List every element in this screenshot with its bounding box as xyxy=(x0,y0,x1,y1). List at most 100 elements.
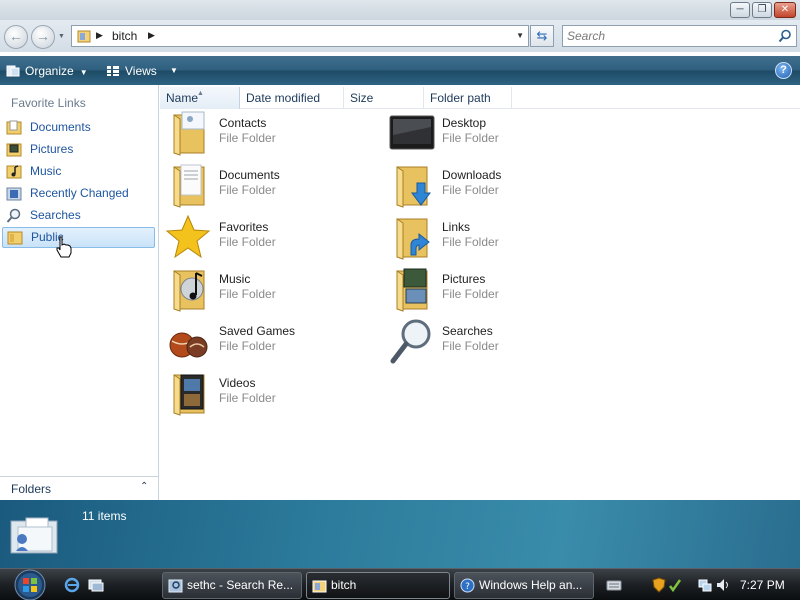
taskbar-button-label: Windows Help an... xyxy=(479,578,583,592)
search-icon[interactable] xyxy=(778,29,792,43)
help-icon: ? xyxy=(460,578,475,593)
system-tray: 7:27 PM xyxy=(646,571,800,599)
folder-item-videos[interactable]: Videos File Folder xyxy=(160,369,370,417)
favorite-link-label: Documents xyxy=(30,120,91,134)
command-bar: Organize ▼ Views ▼ ? xyxy=(0,56,800,85)
back-button[interactable]: ← xyxy=(4,25,28,49)
recent-pages-dropdown[interactable]: ▼ xyxy=(58,33,65,40)
search-icon xyxy=(6,208,21,223)
breadcrumb-separator[interactable]: ▶ xyxy=(148,30,155,41)
documents-folder-icon xyxy=(173,164,205,208)
forward-button[interactable]: → xyxy=(31,25,55,49)
favorite-link-recently-changed[interactable]: Recently Changed xyxy=(2,183,155,204)
clock[interactable]: 7:27 PM xyxy=(740,578,785,592)
breadcrumb-separator[interactable]: ▶ xyxy=(96,30,103,41)
folder-item-desktop[interactable]: Desktop File Folder xyxy=(383,109,593,157)
downloads-folder-icon xyxy=(396,166,431,208)
keyboard-language-icon[interactable] xyxy=(606,578,622,592)
sort-up-icon: ▲ xyxy=(197,90,204,97)
taskbar-button-search[interactable]: sethc - Search Re... xyxy=(162,572,302,599)
network-icon[interactable] xyxy=(698,577,712,593)
taskbar-button-label: sethc - Search Re... xyxy=(187,578,294,592)
chevron-down-icon[interactable]: ▼ xyxy=(170,66,178,75)
folder-item-links[interactable]: Links File Folder xyxy=(383,213,593,261)
file-list: Name ▲ Date modified Size Folder path Co… xyxy=(160,85,800,500)
views-label: Views xyxy=(125,64,157,78)
maximize-button[interactable]: ❐ xyxy=(752,2,772,18)
security-check-icon[interactable] xyxy=(668,577,682,593)
internet-explorer-icon[interactable] xyxy=(64,577,80,593)
folder-item-music[interactable]: Music File Folder xyxy=(160,265,370,313)
favorite-link-pictures[interactable]: Pictures xyxy=(2,139,155,160)
documents-icon xyxy=(6,120,22,135)
search-input[interactable] xyxy=(567,28,767,44)
pictures-folder-icon xyxy=(396,268,428,312)
folder-item-pictures[interactable]: Pictures File Folder xyxy=(383,265,593,313)
column-header-size[interactable]: Size xyxy=(344,87,424,109)
column-header-label: Date modified xyxy=(246,91,321,105)
address-row: ← → ▼ ▶ bitch ▶ ▼ ⇆ xyxy=(0,20,800,52)
taskbar-button-bitch[interactable]: bitch xyxy=(306,572,450,599)
favorite-link-music[interactable]: Music xyxy=(2,161,155,182)
favorite-link-label: Pictures xyxy=(30,142,74,156)
column-header-name[interactable]: Name ▲ xyxy=(160,87,240,109)
folder-item-favorites[interactable]: Favorites File Folder xyxy=(160,213,370,261)
organize-menu[interactable]: Organize ▼ xyxy=(6,62,88,80)
favorite-link-documents[interactable]: Documents xyxy=(2,117,155,138)
folders-label: Folders xyxy=(11,482,52,496)
refresh-button[interactable]: ⇆ xyxy=(530,25,554,47)
folder-item-downloads[interactable]: Downloads File Folder xyxy=(383,161,593,209)
recently-changed-icon xyxy=(6,187,22,201)
favorite-link-label: Recently Changed xyxy=(30,186,129,200)
favorite-link-searches[interactable]: Searches xyxy=(2,205,155,226)
taskbar-button-help[interactable]: ? Windows Help an... xyxy=(454,572,594,599)
column-header-label: Name xyxy=(166,91,199,105)
search-box[interactable] xyxy=(562,25,797,47)
item-name: Downloads xyxy=(442,168,502,182)
minimize-button[interactable]: ─ xyxy=(730,2,750,18)
column-header-date-modified[interactable]: Date modified xyxy=(240,87,344,109)
folder-item-saved-games[interactable]: Saved Games File Folder xyxy=(160,317,370,365)
item-name: Pictures xyxy=(442,272,486,286)
folder-item-searches[interactable]: Searches File Folder xyxy=(383,317,593,365)
music-icon xyxy=(6,165,22,179)
views-menu[interactable]: Views xyxy=(106,62,157,80)
address-dropdown[interactable]: ▼ xyxy=(516,31,524,40)
column-headers: Name ▲ Date modified Size Folder path xyxy=(160,87,800,109)
details-pane: 11 items xyxy=(0,500,800,568)
navigation-pane: Favorite Links Documents Pictures Music … xyxy=(0,85,159,500)
item-count: 11 items xyxy=(82,509,127,523)
item-type: File Folder xyxy=(219,235,276,249)
volume-icon[interactable] xyxy=(716,577,730,593)
item-type: File Folder xyxy=(442,339,499,353)
organize-icon xyxy=(6,65,20,77)
show-desktop-icon[interactable] xyxy=(88,577,104,593)
address-bar[interactable]: ▶ bitch ▶ ▼ xyxy=(71,25,529,47)
help-button[interactable]: ? xyxy=(775,62,792,79)
public-folder-icon xyxy=(7,231,23,245)
item-name: Desktop xyxy=(442,116,487,130)
item-type: File Folder xyxy=(219,183,276,197)
favorite-link-label: Music xyxy=(30,164,62,178)
column-header-folder-path[interactable]: Folder path xyxy=(424,87,512,109)
folders-toggle[interactable]: Folders ⌃ xyxy=(0,476,158,500)
hand-cursor-icon xyxy=(56,236,72,258)
item-name: Searches xyxy=(442,324,493,338)
taskbar: sethc - Search Re... bitch ? Windows Hel… xyxy=(0,568,800,600)
chevron-up-icon: ⌃ xyxy=(140,481,149,492)
search-folder-icon xyxy=(168,579,183,593)
item-name: Contacts xyxy=(219,116,267,130)
security-shield-icon[interactable] xyxy=(652,577,666,593)
item-type: File Folder xyxy=(442,287,499,301)
favorite-link-public[interactable]: Public xyxy=(2,227,155,248)
item-name: Links xyxy=(442,220,471,234)
desktop-icon xyxy=(389,115,435,150)
favorite-links-header: Favorite Links xyxy=(11,96,86,110)
folder-item-contacts[interactable]: Contacts File Folder xyxy=(160,109,370,157)
title-bar: ─ ❐ ✕ xyxy=(0,0,800,20)
start-button[interactable] xyxy=(10,569,50,600)
breadcrumb-bitch[interactable]: bitch xyxy=(112,29,137,43)
item-type: File Folder xyxy=(219,339,276,353)
close-button[interactable]: ✕ xyxy=(774,2,796,18)
folder-item-documents[interactable]: Documents File Folder xyxy=(160,161,370,209)
